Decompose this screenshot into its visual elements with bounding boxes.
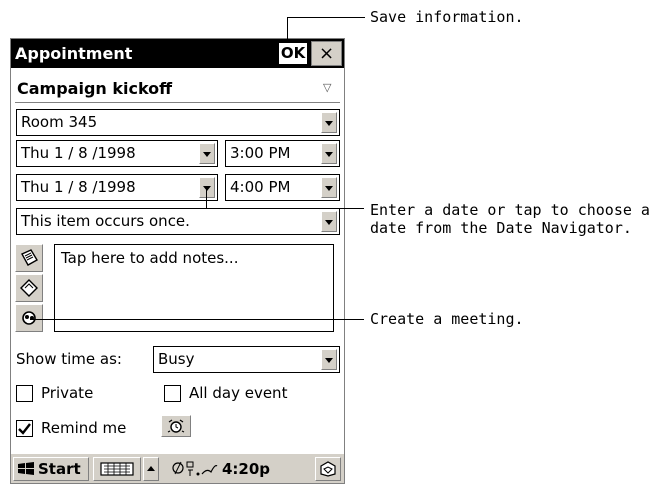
callout-line-save-vertical [287,17,288,43]
callout-line-meeting [30,319,364,320]
sip-button[interactable] [315,457,341,481]
connectivity-icon[interactable] [171,460,219,478]
show-time-as-dropdown-button[interactable] [321,349,337,370]
meeting-icon [22,311,36,325]
window-title: Appointment [15,44,133,63]
windows-flag-icon [18,462,34,475]
all-day-event-label: All day event [189,384,288,402]
start-time-field[interactable]: 3:00 PM [225,140,340,167]
callout-save: Save information. [370,8,524,26]
sip-toggle-button[interactable] [143,457,159,481]
location-field[interactable]: Room 345 [16,109,340,136]
notes-placeholder: Tap here to add notes... [61,249,239,267]
callout-date-line1: Enter a date or tap to choose a [370,201,650,219]
keyboard-button[interactable] [93,457,141,481]
title-bar: Appointment OK × [11,39,344,68]
end-date-value: Thu 1 / 8 /1998 [21,178,136,196]
end-time-value: 4:00 PM [230,178,291,196]
attendees-icon [20,279,38,297]
notes-tab-button[interactable] [15,244,43,272]
show-time-as-field[interactable]: Busy [153,346,340,373]
start-date-dropdown-button[interactable] [199,143,215,164]
callout-line-date-vertical [206,188,207,209]
remind-me-label: Remind me [41,419,127,437]
callout-line-date [206,208,364,209]
start-date-value: Thu 1 / 8 /1998 [21,144,136,162]
show-time-as-value: Busy [158,350,195,368]
recurrence-field[interactable]: This item occurs once. [16,208,340,235]
clock[interactable]: 4:20p [222,460,270,478]
notes-icon [21,249,38,266]
divider [15,102,340,103]
attendees-tab-button[interactable] [15,274,43,302]
start-date-field[interactable]: Thu 1 / 8 /1998 [16,140,218,167]
ok-button[interactable]: OK [277,41,309,66]
taskbar: Start 4:20p [11,453,344,483]
end-date-dropdown-button[interactable] [199,177,215,198]
sip-icon [320,461,336,477]
subject-field[interactable]: Campaign kickoff [17,79,172,98]
remind-me-checkbox[interactable] [16,420,33,437]
start-label: Start [38,460,81,478]
reminder-options-button[interactable] [161,415,191,437]
checkmark-icon [18,423,31,435]
create-meeting-button[interactable] [15,304,43,332]
end-time-dropdown-button[interactable] [321,177,337,198]
keyboard-icon [100,462,134,476]
end-time-field[interactable]: 4:00 PM [225,174,340,201]
recurrence-dropdown-button[interactable] [321,211,337,232]
alarm-icon [167,419,185,433]
location-dropdown-button[interactable] [321,112,337,133]
all-day-event-checkbox[interactable] [164,385,181,402]
start-button[interactable]: Start [13,457,89,481]
private-checkbox[interactable] [16,385,33,402]
callout-date-line2: date from the Date Navigator. [370,219,632,237]
start-time-dropdown-button[interactable] [321,143,337,164]
recurrence-value: This item occurs once. [21,212,190,230]
system-tray: 4:20p [171,457,311,481]
callout-meeting: Create a meeting. [370,310,524,328]
appointment-window: Appointment OK × Campaign kickoff ▽ Room… [10,38,345,484]
private-label: Private [41,384,94,402]
subject-dropdown-icon[interactable]: ▽ [323,81,331,94]
close-button[interactable]: × [311,41,342,66]
location-value: Room 345 [21,113,98,131]
start-time-value: 3:00 PM [230,144,291,162]
show-time-as-label: Show time as: [16,350,122,368]
end-date-field[interactable]: Thu 1 / 8 /1998 [16,174,218,201]
callout-line-save [287,17,365,18]
